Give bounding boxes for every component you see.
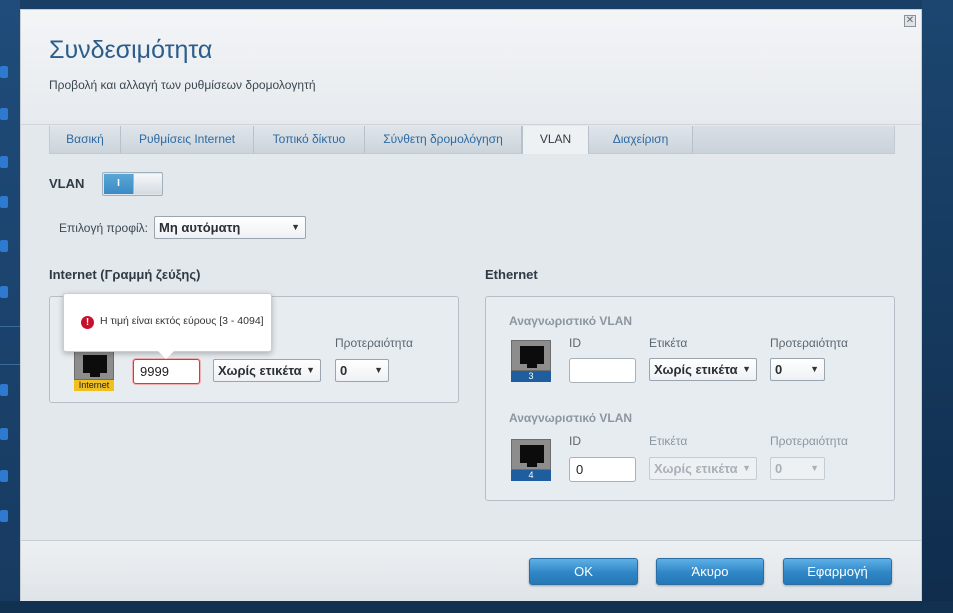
tab-administration[interactable]: Διαχείριση (589, 126, 693, 153)
error-message: Η τιμή είναι εκτός εύρους [3 - 4094] (100, 315, 264, 327)
tab-vlan[interactable]: VLAN (522, 126, 589, 154)
background-divider (0, 364, 20, 365)
ethernet-4-tag-select[interactable]: Χωρίς ετικέτα ▼ (649, 457, 757, 480)
tag-label: Ετικέτα (649, 336, 688, 350)
background-icon (0, 384, 8, 396)
internet-vlan-id-input[interactable]: 9999 (133, 359, 200, 384)
error-icon: ! (81, 316, 94, 329)
port-jack (83, 355, 107, 377)
error-tooltip: ! Η τιμή είναι εκτός εύρους [3 - 4094] (63, 293, 272, 359)
background-icon (0, 286, 8, 298)
ethernet-section-title: Ethernet (485, 267, 538, 282)
profile-select-value: Μη αυτόματη (159, 220, 241, 235)
ethernet-3-priority-select[interactable]: 0 ▼ (770, 358, 825, 381)
internet-port-label: Internet (74, 380, 114, 391)
ethernet-3-vlan-id-input[interactable] (569, 358, 636, 383)
header-divider (21, 124, 921, 125)
dialog-header: ✕ Συνδεσιμότητα Προβολή και αλλαγή των ρ… (21, 10, 921, 126)
ethernet-4-vlan-id-input[interactable]: 0 (569, 457, 636, 482)
ok-button[interactable]: OK (529, 558, 638, 585)
tab-local-network[interactable]: Τοπικό δίκτυο (254, 126, 365, 153)
priority-label: Προτεραιότητα (770, 336, 848, 350)
chevron-down-icon: ▼ (810, 364, 819, 374)
port-jack (520, 445, 544, 467)
background-right (922, 0, 953, 613)
close-icon[interactable]: ✕ (904, 15, 916, 27)
background-app-sidebar (0, 0, 20, 613)
page-subtitle: Προβολή και αλλαγή των ρυθμίσεων δρομολο… (49, 78, 316, 92)
page-title: Συνδεσιμότητα (49, 36, 213, 64)
ethernet-row-title: Αναγνωριστικό VLAN (509, 411, 633, 425)
ethernet-4-priority-select[interactable]: 0 ▼ (770, 457, 825, 480)
ethernet-3-priority-value: 0 (775, 362, 783, 377)
internet-port-icon: Internet (74, 349, 114, 391)
internet-tag-select[interactable]: Χωρίς ετικέτα ▼ (213, 359, 321, 382)
background-icon (0, 66, 8, 78)
background-icon (0, 470, 8, 482)
background-icon (0, 156, 8, 168)
toggle-knob (133, 174, 162, 194)
tab-bar: Βασική Ρυθμίσεις Internet Τοπικό δίκτυο … (49, 126, 895, 154)
background-bottom (0, 601, 953, 613)
vlan-toggle[interactable]: I (102, 172, 163, 196)
ethernet-row-title: Αναγνωριστικό VLAN (509, 314, 633, 328)
cancel-button[interactable]: Άκυρο (656, 558, 764, 585)
internet-tag-value: Χωρίς ετικέτα (218, 363, 302, 378)
tab-advanced-routing[interactable]: Σύνθετη δρομολόγηση (365, 126, 522, 153)
profile-select[interactable]: Μη αυτόματη ▼ (154, 216, 306, 239)
ethernet-3-tag-select[interactable]: Χωρίς ετικέτα ▼ (649, 358, 757, 381)
port-number: 4 (511, 470, 551, 481)
id-label: ID (569, 336, 581, 350)
background-icon (0, 428, 8, 440)
chevron-down-icon: ▼ (291, 222, 300, 232)
tab-internet-settings[interactable]: Ρυθμίσεις Internet (121, 126, 254, 153)
port-body (511, 340, 551, 371)
port-body (511, 439, 551, 470)
port-number: 3 (511, 371, 551, 382)
apply-button[interactable]: Εφαρμογή (783, 558, 892, 585)
internet-priority-select[interactable]: 0 ▼ (335, 359, 389, 382)
port-jack (520, 346, 544, 368)
priority-label: Προτεραιότητα (770, 434, 848, 448)
ethernet-panel: Αναγνωριστικό VLAN 3 ID Ετικέτα Χωρίς ετ… (485, 296, 895, 501)
tag-label: Ετικέτα (649, 434, 688, 448)
ethernet-4-tag-value: Χωρίς ετικέτα (654, 461, 738, 476)
connectivity-dialog: ✕ Συνδεσιμότητα Προβολή και αλλαγή των ρ… (20, 9, 922, 601)
profile-label: Επιλογή προφίλ: (59, 221, 149, 235)
internet-priority-label: Προτεραιότητα (335, 336, 413, 350)
chevron-down-icon: ▼ (374, 365, 383, 375)
chevron-down-icon: ▼ (742, 463, 751, 473)
vlan-label: VLAN (49, 176, 85, 191)
background-icon (0, 240, 8, 252)
background-icon (0, 196, 8, 208)
ethernet-3-tag-value: Χωρίς ετικέτα (654, 362, 738, 377)
ethernet-4-priority-value: 0 (775, 461, 783, 476)
internet-section-title: Internet (Γραμμή ζεύξης) (49, 267, 201, 282)
ethernet-port-3-icon: 3 (511, 340, 551, 382)
port-body (74, 349, 114, 380)
ethernet-port-4-icon: 4 (511, 439, 551, 481)
toggle-on-indicator: I (104, 174, 133, 194)
id-label: ID (569, 434, 581, 448)
internet-priority-value: 0 (340, 363, 348, 378)
tab-basic[interactable]: Βασική (50, 126, 121, 153)
chevron-down-icon: ▼ (742, 364, 751, 374)
background-divider (0, 326, 20, 327)
background-icon (0, 108, 8, 120)
chevron-down-icon: ▼ (306, 365, 315, 375)
background-icon (0, 510, 8, 522)
chevron-down-icon: ▼ (810, 463, 819, 473)
